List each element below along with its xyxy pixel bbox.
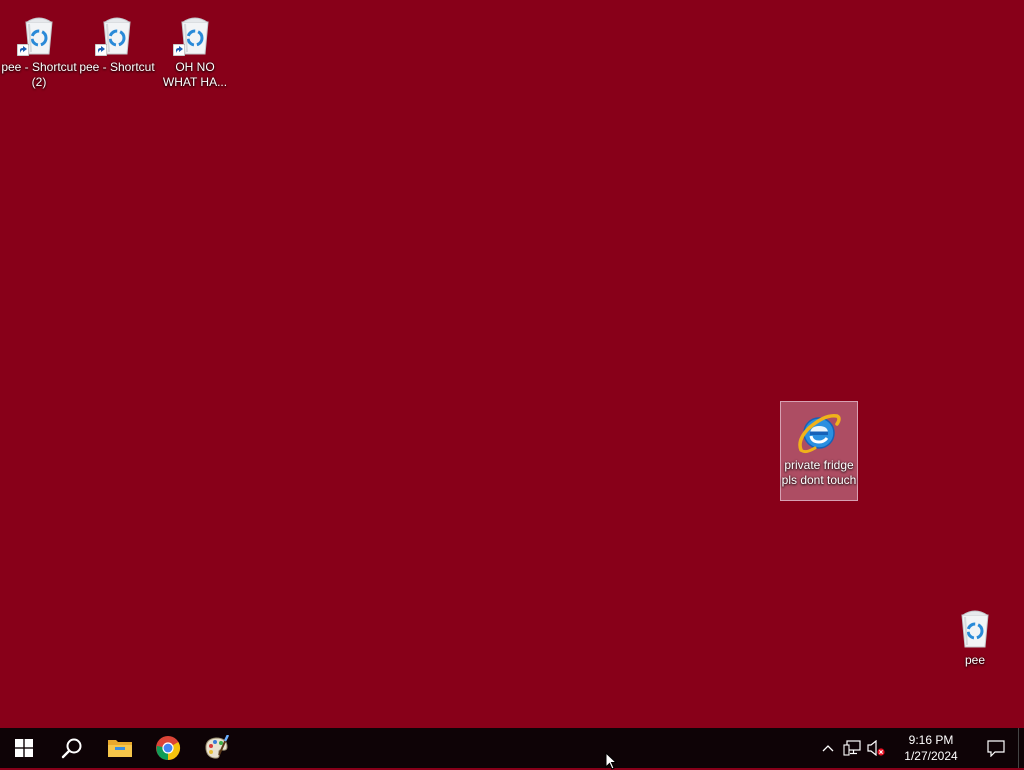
desktop-icon-label: private fridge pls dont touch: [781, 458, 857, 487]
folder-icon: [108, 740, 132, 757]
desktop-icon-private-fridge[interactable]: private fridge pls dont touch: [780, 401, 858, 501]
taskbar-file-explorer[interactable]: [96, 728, 144, 768]
desktop-icon-label: OH NO WHAT HA...: [162, 60, 228, 89]
recycle-bin-icon: [171, 10, 219, 58]
volume-button[interactable]: [864, 728, 888, 768]
taskbar-chrome[interactable]: [144, 728, 192, 768]
mouse-cursor-icon: [605, 752, 617, 770]
system-tray: 9:16 PM 1/27/2024: [816, 728, 1024, 768]
paint-palette-icon: [205, 735, 229, 759]
clock-date: 1/27/2024: [904, 749, 958, 763]
taskbar-clock[interactable]: 9:16 PM 1/27/2024: [888, 732, 974, 764]
internet-explorer-icon: [795, 408, 843, 456]
chevron-up-icon: [822, 745, 834, 752]
show-desktop-button[interactable]: [1018, 728, 1024, 768]
desktop-icon-label: pee: [964, 653, 986, 667]
shortcut-arrow-icon: [173, 44, 185, 56]
search-button[interactable]: [48, 728, 96, 768]
desktop[interactable]: pee - Shortcut (2) pee - Shortcut OH NO …: [0, 0, 1024, 728]
windows-logo-icon: [15, 739, 33, 757]
desktop-icon-pee-shortcut-2[interactable]: pee - Shortcut (2): [0, 4, 78, 90]
recycle-bin-icon: [15, 10, 63, 58]
shortcut-arrow-icon: [17, 44, 29, 56]
clock-time: 9:16 PM: [908, 733, 954, 747]
action-center-button[interactable]: [974, 728, 1018, 768]
recycle-bin-icon: [951, 603, 999, 651]
recycle-bin-icon: [93, 10, 141, 58]
desktop-icon-pee-shortcut[interactable]: pee - Shortcut: [78, 4, 156, 75]
network-icon: [843, 740, 861, 756]
chrome-icon: [156, 736, 181, 760]
desktop-icon-oh-no-what-ha[interactable]: OH NO WHAT HA...: [156, 4, 234, 90]
notification-icon: [987, 740, 1005, 757]
desktop-icon-label: pee - Shortcut (2): [1, 60, 77, 89]
start-button[interactable]: [0, 728, 48, 768]
network-button[interactable]: [840, 728, 864, 768]
taskbar-paint[interactable]: [192, 728, 240, 768]
taskbar: 9:16 PM 1/27/2024: [0, 728, 1024, 768]
search-icon: [61, 738, 82, 759]
desktop-icon-label: pee - Shortcut: [79, 60, 155, 74]
volume-muted-icon: [867, 740, 885, 756]
shortcut-arrow-icon: [95, 44, 107, 56]
desktop-icon-pee[interactable]: pee: [936, 597, 1014, 668]
show-hidden-icons-button[interactable]: [816, 728, 840, 768]
